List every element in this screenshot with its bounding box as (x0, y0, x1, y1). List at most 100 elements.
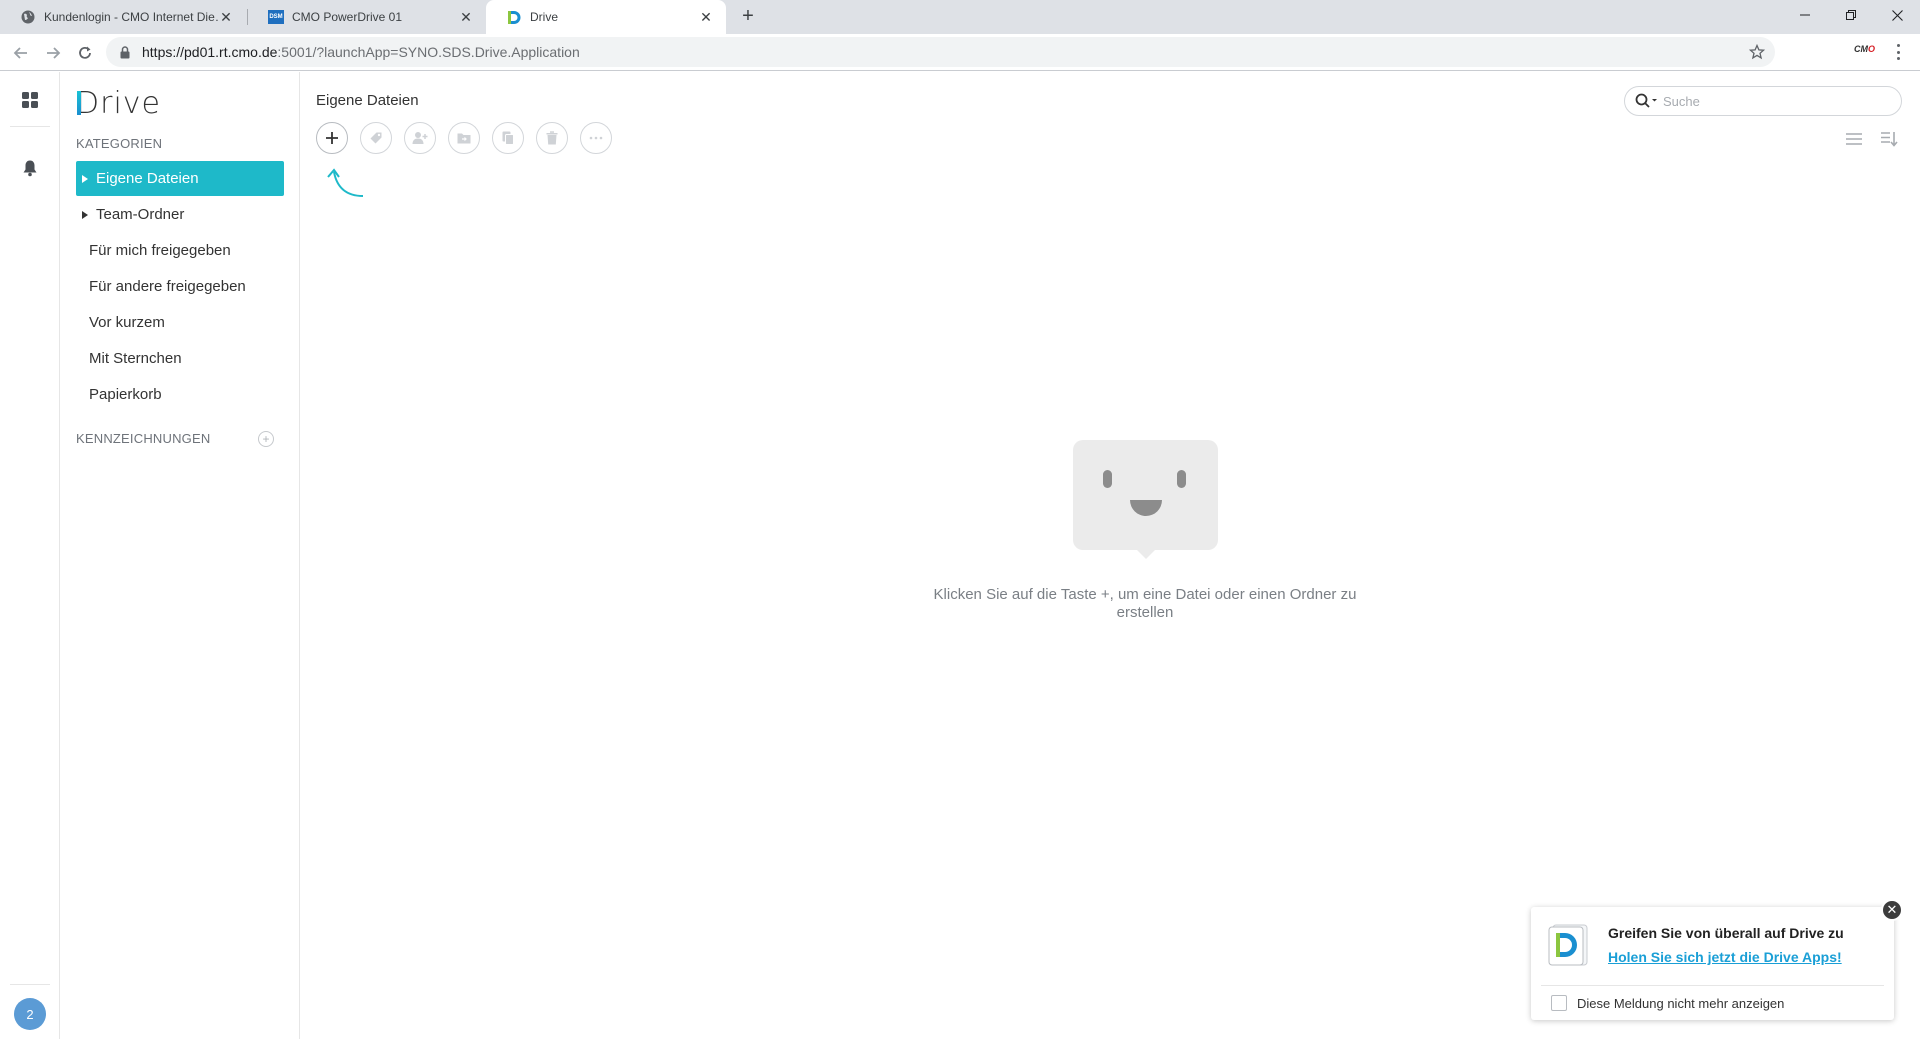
eye-icon (1177, 470, 1186, 488)
arrow-right-icon (47, 47, 61, 59)
user-avatar[interactable]: 2 (14, 998, 46, 1030)
sidebar-item-eigene-dateien[interactable]: Eigene Dateien (76, 161, 284, 196)
sidebar-item-trash[interactable]: Papierkorb (76, 377, 284, 412)
close-icon[interactable]: ✕ (458, 9, 474, 25)
copy-icon (502, 131, 514, 145)
categories-heading: KATEGORIEN (76, 136, 163, 151)
bell-icon (23, 160, 37, 177)
tab-title: Drive (530, 10, 559, 24)
tag-button[interactable] (360, 122, 392, 154)
search-input[interactable] (1663, 93, 1883, 109)
add-tag-button[interactable]: + (258, 431, 274, 447)
url-path: :5001/?launchApp=SYNO.SDS.Drive.Applicat… (277, 44, 580, 60)
sidebar-item-starred[interactable]: Mit Sternchen (76, 341, 284, 376)
copy-button[interactable] (492, 122, 524, 154)
drive-icon (506, 9, 522, 25)
empty-message: Klicken Sie auf die Taste +, um eine Dat… (933, 586, 1357, 621)
main-menu-button[interactable] (18, 88, 42, 112)
tab-drive[interactable]: Drive ✕ (486, 0, 726, 34)
sidebar-item-label: Team-Ordner (96, 206, 185, 223)
rail-divider (10, 126, 50, 127)
apps-grid-icon (22, 92, 38, 108)
dont-show-again-checkbox[interactable] (1551, 995, 1567, 1011)
mouth-icon (1130, 500, 1162, 516)
tab-cmo-powerdrive[interactable]: DSM CMO PowerDrive 01 ✕ (248, 0, 486, 34)
drive-sidebar: Drive KATEGORIEN Eigene Dateien Team-Ord… (60, 72, 300, 1039)
move-button[interactable] (448, 122, 480, 154)
caret-right-icon[interactable] (76, 174, 94, 183)
close-icon[interactable]: ✕ (698, 9, 714, 25)
minimize-button[interactable] (1782, 0, 1828, 30)
search-icon[interactable] (1635, 93, 1657, 109)
reload-icon (79, 46, 91, 59)
plus-icon (326, 132, 338, 144)
add-user-icon (412, 132, 428, 144)
share-button[interactable] (404, 122, 436, 154)
caret-right-icon[interactable] (76, 210, 94, 219)
sidebar-item-label: Für mich freigegeben (89, 242, 231, 259)
dont-show-again-label: Diese Meldung nicht mehr anzeigen (1577, 996, 1785, 1011)
hint-arrow-icon (327, 168, 364, 197)
search-box[interactable] (1624, 86, 1902, 116)
sidebar-item-shared-with-me[interactable]: Für mich freigegeben (76, 233, 284, 268)
sidebar-item-team-ordner[interactable]: Team-Ordner (76, 197, 284, 232)
notifications-button[interactable] (18, 156, 42, 180)
tags-heading: KENNZEICHNUNGEN (76, 431, 211, 446)
sidebar-item-label: Eigene Dateien (96, 170, 199, 187)
sidebar-item-shared-with-others[interactable]: Für andere freigegeben (76, 269, 284, 304)
delete-button[interactable] (536, 122, 568, 154)
tag-icon (370, 132, 382, 144)
more-actions-button[interactable] (580, 122, 612, 154)
notification-close-button[interactable]: ✕ (1881, 899, 1903, 921)
dsm-icon: DSM (268, 9, 284, 25)
dsm-rail: 2 (0, 72, 60, 1039)
empty-face-icon (1073, 440, 1218, 559)
lock-icon (120, 45, 134, 59)
list-view-icon (1846, 133, 1862, 145)
address-bar[interactable]: https://pd01.rt.cmo.de:5001/?launchApp=S… (106, 37, 1775, 67)
page-title: Eigene Dateien (316, 92, 419, 109)
arrow-left-icon (13, 47, 27, 59)
restore-button[interactable] (1828, 0, 1874, 30)
list-view-button[interactable] (1842, 127, 1866, 151)
sidebar-item-label: Mit Sternchen (89, 350, 182, 367)
notification-title: Greifen Sie von überall auf Drive zu (1608, 925, 1844, 941)
create-button[interactable] (316, 122, 348, 154)
sort-button[interactable] (1877, 127, 1901, 151)
window-close-button[interactable] (1874, 0, 1920, 30)
tab-title: Kundenlogin - CMO Internet Die… (44, 10, 218, 24)
browser-toolbar: https://pd01.rt.cmo.de:5001/?launchApp=S… (0, 34, 1920, 71)
globe-icon (20, 9, 36, 25)
back-button[interactable] (8, 40, 34, 66)
browser-menu-button[interactable] (1890, 42, 1906, 62)
new-tab-button[interactable]: + (736, 5, 760, 29)
reload-button[interactable] (72, 40, 98, 66)
ellipsis-icon (589, 136, 603, 140)
eye-icon (1103, 470, 1112, 488)
rail-divider (10, 984, 50, 985)
close-icon[interactable]: ✕ (218, 9, 234, 25)
sidebar-item-label: Vor kurzem (89, 314, 165, 331)
drive-app-icon (1548, 924, 1588, 966)
browser-tab-bar: Kundenlogin - CMO Internet Die… ✕ DSM CM… (0, 0, 1920, 34)
trash-icon (546, 131, 558, 145)
sort-icon (1881, 132, 1898, 147)
close-icon (1891, 9, 1903, 21)
main-panel: Eigene Dateien Suche Klicken Sie auf die… (301, 72, 1920, 1039)
get-drive-apps-link[interactable]: Holen Sie sich jetzt die Drive Apps! (1608, 949, 1842, 965)
empty-state: Klicken Sie auf die Taste +, um eine Dat… (301, 72, 1920, 1039)
drive-logo: Drive (76, 86, 161, 121)
minimize-icon (1800, 14, 1810, 16)
sidebar-item-recent[interactable]: Vor kurzem (76, 305, 284, 340)
drive-apps-notification: Greifen Sie von überall auf Drive zu Hol… (1531, 899, 1903, 1020)
bookmark-star-icon[interactable] (1748, 43, 1766, 60)
sidebar-item-label: Für andere freigegeben (89, 278, 246, 295)
cmo-extension-icon[interactable]: CMO (1854, 44, 1878, 60)
forward-button[interactable] (40, 40, 66, 66)
restore-icon (1846, 10, 1856, 20)
sidebar-item-label: Papierkorb (89, 386, 162, 403)
folder-move-icon (457, 133, 471, 144)
url-host: https://pd01.rt.cmo.de (142, 44, 278, 60)
tab-kundenlogin[interactable]: Kundenlogin - CMO Internet Die… ✕ (0, 0, 246, 34)
notification-divider (1541, 985, 1884, 986)
